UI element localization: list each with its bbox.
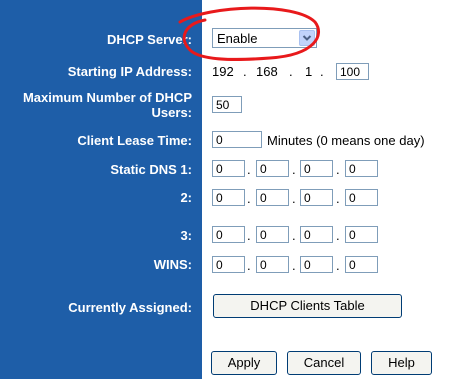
ip-separator: . — [247, 258, 251, 273]
ip-separator: . — [289, 64, 293, 79]
dns3-octet-1[interactable] — [212, 226, 245, 243]
lease-time-note: Minutes (0 means one day) — [267, 133, 425, 148]
dns1-octet-2[interactable] — [256, 160, 289, 177]
ip-separator: . — [243, 64, 247, 79]
dhcp-clients-table-button[interactable]: DHCP Clients Table — [213, 294, 402, 318]
dns3-octet-4[interactable] — [345, 226, 378, 243]
help-button[interactable]: Help — [371, 351, 432, 375]
dns3-octet-3[interactable] — [300, 226, 333, 243]
dns2-octet-1[interactable] — [212, 189, 245, 206]
ip-separator: . — [247, 228, 251, 243]
starting-ip-octet-2: 168 — [256, 64, 278, 79]
ip-separator: . — [292, 162, 296, 177]
ip-separator: . — [247, 162, 251, 177]
max-users-input[interactable] — [212, 96, 242, 113]
starting-ip-last-octet-input[interactable] — [336, 63, 369, 80]
apply-button[interactable]: Apply — [211, 351, 277, 375]
ip-separator: . — [336, 191, 340, 206]
ip-separator: . — [336, 258, 340, 273]
ip-separator: . — [336, 162, 340, 177]
dns2-octet-2[interactable] — [256, 189, 289, 206]
dns2-octet-3[interactable] — [300, 189, 333, 206]
starting-ip-octet-3: 1 — [305, 64, 313, 79]
wins-octet-1[interactable] — [212, 256, 245, 273]
ip-separator: . — [320, 64, 324, 79]
wins-octet-2[interactable] — [256, 256, 289, 273]
wins-octet-3[interactable] — [300, 256, 333, 273]
ip-separator: . — [336, 228, 340, 243]
dns2-octet-4[interactable] — [345, 189, 378, 206]
wins-octet-4[interactable] — [345, 256, 378, 273]
ip-separator: . — [292, 191, 296, 206]
ip-separator: . — [292, 228, 296, 243]
lease-time-input[interactable] — [212, 131, 262, 148]
dns1-octet-4[interactable] — [345, 160, 378, 177]
cancel-button[interactable]: Cancel — [287, 351, 361, 375]
dns3-octet-2[interactable] — [256, 226, 289, 243]
starting-ip-octet-1: 192 — [212, 64, 234, 79]
dns1-octet-1[interactable] — [212, 160, 245, 177]
ip-separator: . — [292, 258, 296, 273]
ip-separator: . — [247, 191, 251, 206]
dns1-octet-3[interactable] — [300, 160, 333, 177]
